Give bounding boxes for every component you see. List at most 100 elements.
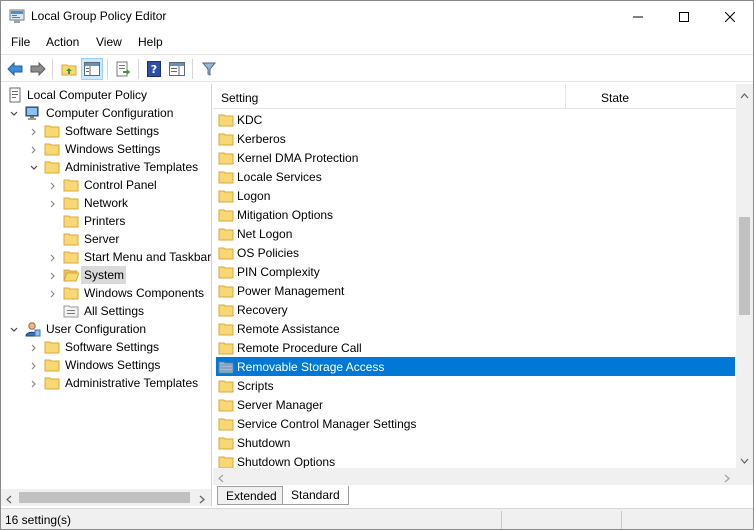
- tree-label: Network: [84, 196, 129, 210]
- chevron-right-icon[interactable]: [48, 180, 58, 190]
- chevron-right-icon[interactable]: [29, 342, 39, 352]
- list-horizontal-scrollbar[interactable]: [213, 468, 736, 485]
- list-item[interactable]: Kerberos: [216, 129, 735, 148]
- tree-item-network[interactable]: Network: [1, 194, 211, 212]
- toolbar-separator: [138, 59, 139, 79]
- list-item[interactable]: Locale Services: [216, 167, 735, 186]
- list-item[interactable]: Shutdown: [216, 433, 735, 452]
- menu-help[interactable]: Help: [138, 35, 163, 49]
- list-item[interactable]: Remote Procedure Call: [216, 338, 735, 357]
- list-item[interactable]: Remote Assistance: [216, 319, 735, 338]
- tree-item-system[interactable]: System: [1, 266, 211, 284]
- menu-action[interactable]: Action: [46, 35, 79, 49]
- scroll-left-arrow-icon[interactable]: [5, 493, 14, 506]
- back-button[interactable]: [4, 58, 26, 80]
- list-item[interactable]: Logon: [216, 186, 735, 205]
- tree-item-uc-software-settings[interactable]: Software Settings: [1, 338, 211, 356]
- tree-item-uc-windows-settings[interactable]: Windows Settings: [1, 356, 211, 374]
- scroll-up-arrow-icon[interactable]: [740, 90, 749, 99]
- export-list-button[interactable]: [112, 58, 134, 80]
- forward-button[interactable]: [27, 58, 49, 80]
- folder-icon: [218, 302, 234, 318]
- chevron-right-icon[interactable]: [48, 198, 58, 208]
- tree-label: Windows Settings: [65, 358, 161, 372]
- list-item[interactable]: OS Policies: [216, 243, 735, 262]
- list-vertical-scrollbar[interactable]: [736, 84, 753, 468]
- chevron-right-icon[interactable]: [29, 126, 39, 136]
- tab-extended[interactable]: Extended: [217, 486, 286, 505]
- scroll-thumb[interactable]: [19, 492, 190, 503]
- tree-item-user-configuration[interactable]: User Configuration: [1, 320, 211, 338]
- list-item[interactable]: Service Control Manager Settings: [216, 414, 735, 433]
- chevron-right-icon[interactable]: [48, 288, 58, 298]
- column-divider[interactable]: [565, 84, 566, 109]
- folder-icon: [218, 435, 234, 451]
- tree-horizontal-scrollbar[interactable]: [1, 489, 211, 506]
- folder-icon: [218, 150, 234, 166]
- list-item[interactable]: Scripts: [216, 376, 735, 395]
- chevron-down-icon[interactable]: [29, 162, 39, 172]
- properties-pane-icon: [169, 62, 185, 76]
- list-item[interactable]: Server Manager: [216, 395, 735, 414]
- details-pane[interactable]: Setting State KDC Kerberos Kernel DMA Prot…: [213, 84, 753, 506]
- column-header-setting[interactable]: Setting: [221, 91, 258, 105]
- list-item[interactable]: Mitigation Options: [216, 205, 735, 224]
- tree-item-start-menu-and-taskbar[interactable]: Start Menu and Taskbar: [1, 248, 212, 266]
- list-item[interactable]: Power Management: [216, 281, 735, 300]
- list-item-label: Service Control Manager Settings: [237, 417, 417, 431]
- console-tree[interactable]: Local Computer Policy Computer Configura…: [1, 84, 212, 506]
- show-hide-console-tree-button[interactable]: [81, 58, 103, 80]
- list-item[interactable]: Net Logon: [216, 224, 735, 243]
- tree-item-control-panel[interactable]: Control Panel: [1, 176, 211, 194]
- close-button[interactable]: [707, 1, 753, 32]
- scroll-left-arrow-icon[interactable]: [217, 472, 226, 483]
- tree-item-cc-administrative-templates[interactable]: Administrative Templates: [1, 158, 211, 176]
- show-hide-action-pane-button[interactable]: [166, 58, 188, 80]
- scroll-right-arrow-icon[interactable]: [722, 472, 731, 483]
- tree-item-cc-software-settings[interactable]: Software Settings: [1, 122, 211, 140]
- chevron-right-icon[interactable]: [29, 144, 39, 154]
- folder-icon: [218, 378, 234, 394]
- tree-label: Server: [84, 232, 120, 246]
- list-item[interactable]: PIN Complexity: [216, 262, 735, 281]
- scroll-right-arrow-icon[interactable]: [197, 493, 206, 506]
- tree-item-cc-windows-settings[interactable]: Windows Settings: [1, 140, 211, 158]
- status-divider: [501, 511, 502, 529]
- column-header: Setting State: [213, 84, 736, 109]
- column-header-state[interactable]: State: [601, 91, 629, 105]
- tree-item-local-computer-policy[interactable]: Local Computer Policy: [1, 86, 211, 104]
- filter-button[interactable]: [198, 58, 220, 80]
- title-bar[interactable]: Local Group Policy Editor: [1, 1, 753, 32]
- tree-item-server[interactable]: Server: [1, 230, 211, 248]
- tree-item-all-settings[interactable]: All Settings: [1, 302, 211, 320]
- list-item[interactable]: Kernel DMA Protection: [216, 148, 735, 167]
- maximize-button[interactable]: [661, 1, 707, 32]
- folder-icon: [218, 321, 234, 337]
- help-button[interactable]: ?: [143, 58, 165, 80]
- minimize-button[interactable]: [615, 1, 661, 32]
- list-item[interactable]: KDC: [216, 110, 735, 129]
- up-one-level-button[interactable]: [58, 58, 80, 80]
- chevron-right-icon[interactable]: [48, 270, 58, 280]
- tree-label: Start Menu and Taskbar: [84, 250, 212, 264]
- tree-item-uc-administrative-templates[interactable]: Administrative Templates: [1, 374, 211, 392]
- scroll-down-arrow-icon[interactable]: [740, 454, 749, 464]
- list-item[interactable]: Removable Storage Access: [216, 357, 735, 376]
- list-item-label: Logon: [237, 189, 271, 203]
- chevron-down-icon[interactable]: [9, 324, 19, 334]
- toolbar-separator: [52, 59, 53, 79]
- chevron-right-icon[interactable]: [29, 378, 39, 388]
- chevron-down-icon[interactable]: [9, 108, 19, 118]
- scroll-thumb[interactable]: [739, 217, 750, 315]
- chevron-right-icon[interactable]: [29, 360, 39, 370]
- folder-icon: [218, 131, 234, 147]
- chevron-right-icon[interactable]: [48, 252, 58, 262]
- tree-item-printers[interactable]: Printers: [1, 212, 211, 230]
- menu-view[interactable]: View: [96, 35, 122, 49]
- tree-item-windows-components[interactable]: Windows Components: [1, 284, 211, 302]
- menu-file[interactable]: File: [11, 35, 30, 49]
- help-icon: ?: [147, 61, 161, 77]
- tree-item-computer-configuration[interactable]: Computer Configuration: [1, 104, 211, 122]
- list-item[interactable]: Recovery: [216, 300, 735, 319]
- tab-standard[interactable]: Standard: [282, 486, 349, 505]
